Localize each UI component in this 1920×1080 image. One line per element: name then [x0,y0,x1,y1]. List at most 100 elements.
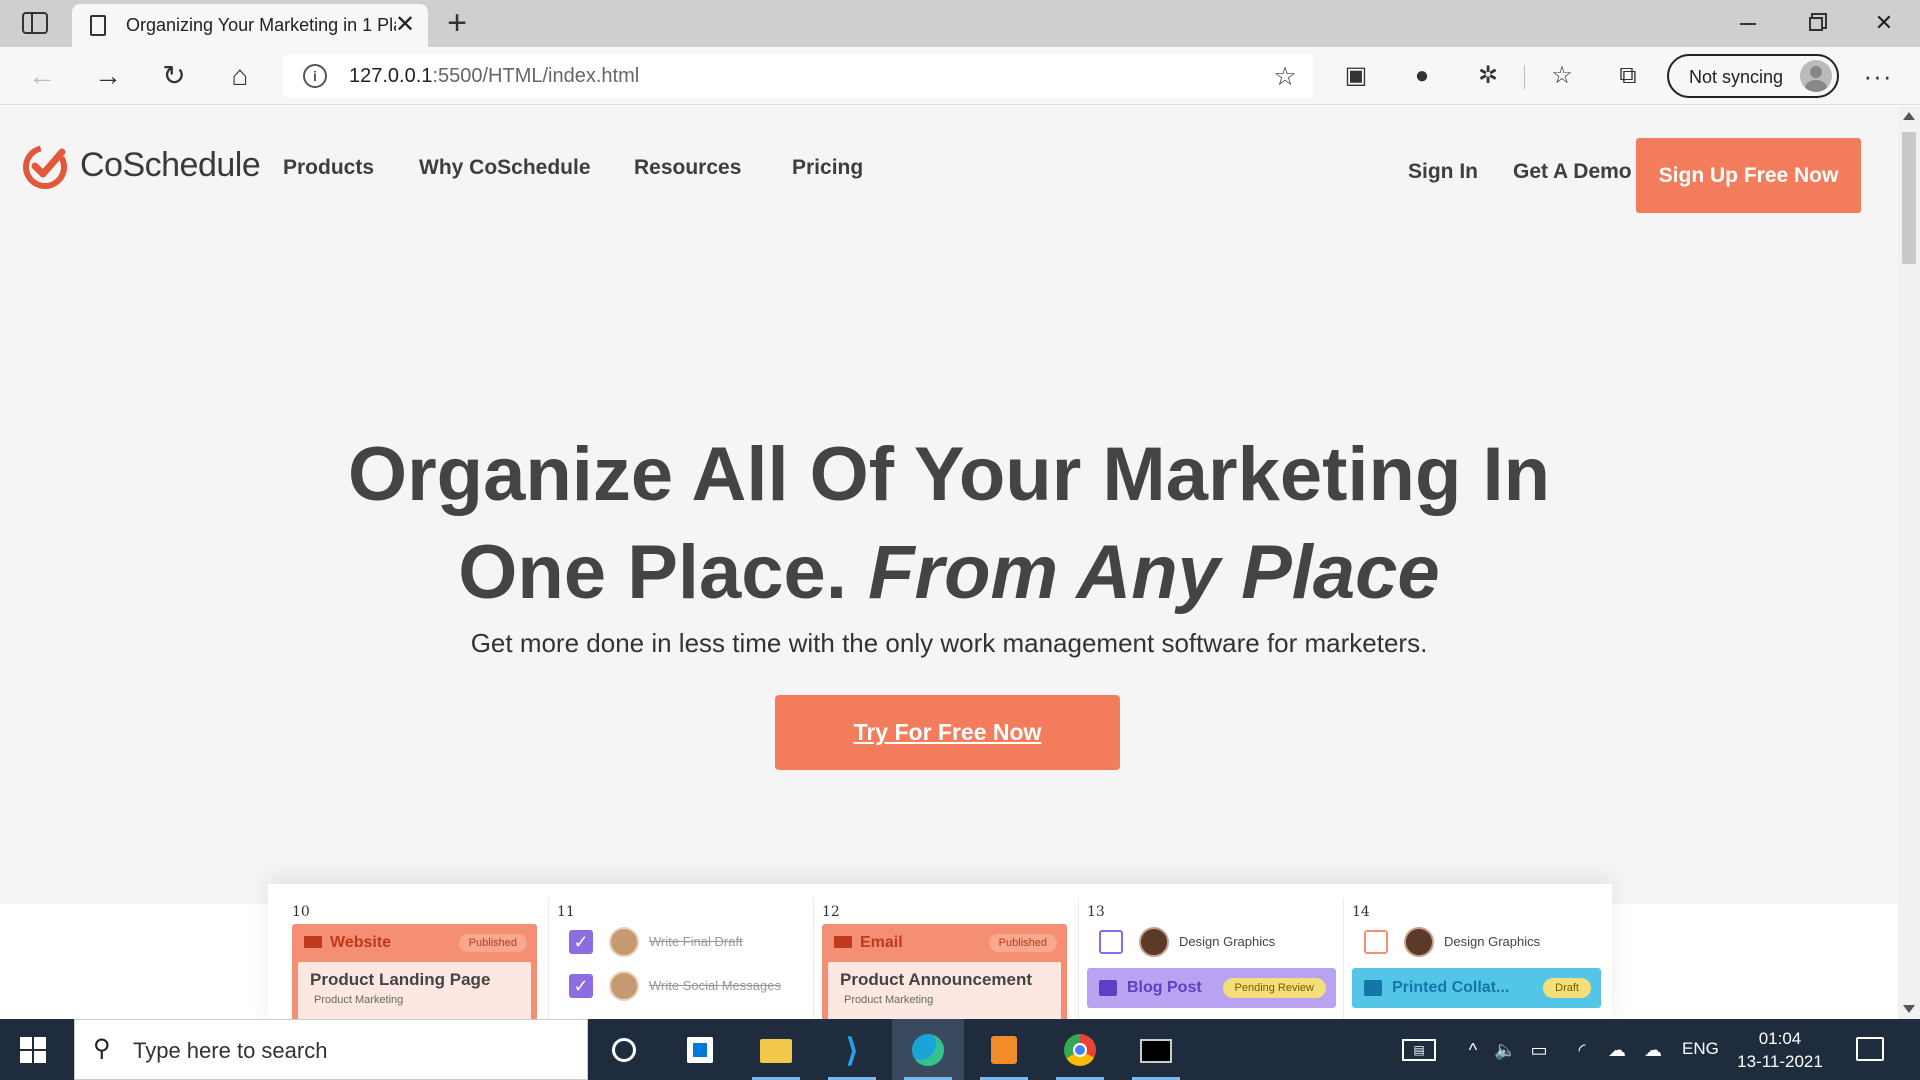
scroll-up-arrow-icon[interactable] [1903,112,1915,120]
vscode-icon[interactable]: ⟩ [816,1019,888,1080]
pill-title: Blog Post [1127,979,1202,996]
close-window-button[interactable]: ✕ [1862,8,1906,38]
nav-products[interactable]: Products [283,156,374,180]
content-pill: Printed Collat... Draft [1352,968,1601,1008]
status-badge: Draft [1543,978,1591,998]
calendar-day: 11 ✓ Write Final Draft ✓ Write Social Me… [549,898,814,1019]
card-type: Email [834,934,903,952]
sync-status: Not syncing [1689,67,1784,87]
card-type: Website [304,934,391,952]
card-body: Product Landing Page Product Marketing [298,962,531,1019]
content-card: Email Published Product Announcement Pro… [822,924,1067,1019]
nav-pricing[interactable]: Pricing [792,156,863,180]
news-widget-icon[interactable]: ▤ [1402,1039,1436,1061]
tab-actions-icon[interactable] [22,12,48,34]
get-demo-link[interactable]: Get A Demo [1513,160,1632,184]
page-scrollbar[interactable] [1898,106,1920,1019]
day-number: 14 [1352,904,1370,920]
language-indicator[interactable]: ENG [1682,1039,1719,1059]
task-text: Write Social Messages [649,978,781,993]
cortana-icon[interactable] [588,1019,660,1080]
windows-taskbar: ⚲ Type here to search ⟩ ▤ ^ 🔈 ▭ ◜ ☁ ☁ EN… [0,1019,1920,1080]
battery-icon[interactable]: ▭ [1526,1039,1552,1061]
coschedule-logo-icon[interactable] [22,144,68,190]
hero-title: Organize All Of Your Marketing In One Pl… [347,432,1551,615]
add-favorite-icon[interactable]: ☆ [1269,60,1301,92]
clock-time: 01:04 [1758,1029,1802,1048]
minimize-button[interactable] [1726,8,1770,38]
nav-why-coschedule[interactable]: Why CoSchedule [419,156,591,180]
checked-checkbox-icon: ✓ [569,930,593,954]
wifi-icon[interactable]: ◜ [1570,1039,1594,1061]
profile-avatar-icon [1800,60,1832,92]
rss-icon [1099,980,1117,996]
day-number: 11 [557,904,575,920]
sign-in-link[interactable]: Sign In [1408,160,1478,184]
clock[interactable]: 01:04 13-11-2021 [1736,1027,1824,1073]
address-bar[interactable]: i 127.0.0.1:5500/HTML/index.html ☆ [283,54,1313,98]
avatar [1139,927,1169,957]
printer-icon [1364,980,1382,996]
hero-subtitle: Get more done in less time with the only… [470,628,1428,658]
search-icon: ⚲ [93,1035,111,1062]
store-icon[interactable] [664,1019,736,1080]
forward-icon[interactable]: → [90,58,126,94]
extensions-puzzle-icon[interactable]: ✲ [1470,58,1506,94]
email-icon [834,936,852,948]
checked-checkbox-icon: ✓ [569,974,593,998]
notifications-icon[interactable] [1856,1037,1884,1061]
avatar [1404,927,1434,957]
checkbox-icon [1364,930,1388,954]
card-subtitle: Product Marketing [844,994,934,1006]
scroll-thumb[interactable] [1902,132,1916,264]
task-item: ✓ Write Final Draft [569,924,809,958]
scroll-down-arrow-icon[interactable] [1903,1005,1915,1013]
clock-date: 13-11-2021 [1737,1052,1823,1071]
terminal-icon[interactable] [1120,1019,1192,1080]
content-pill: Blog Post Pending Review [1087,968,1336,1008]
favorites-icon[interactable]: ☆ [1544,58,1580,94]
taskbar-search[interactable]: ⚲ Type here to search [74,1019,588,1080]
extension-circle-icon[interactable]: ● [1404,58,1440,94]
pill-title: Printed Collat... [1392,979,1510,996]
day-number: 13 [1087,904,1105,920]
tab-title: Organizing Your Marketing in 1 Place [126,15,396,35]
try-free-button[interactable]: Try For Free Now [775,695,1120,770]
onedrive-business-icon[interactable]: ☁ [1640,1039,1666,1061]
url-text[interactable]: 127.0.0.1:5500/HTML/index.html [349,65,639,88]
page-icon [90,15,106,36]
extension-icon[interactable]: ▣ [1338,58,1374,94]
collections-icon[interactable]: ⧉ [1610,58,1646,94]
file-explorer-icon[interactable] [740,1019,812,1080]
show-hidden-icons-icon[interactable]: ^ [1462,1039,1484,1061]
profile-sync-button[interactable]: Not syncing [1667,54,1839,98]
onedrive-icon[interactable]: ☁ [1604,1039,1630,1061]
avatar [609,927,639,957]
windows-start-icon[interactable] [20,1037,46,1063]
nav-resources[interactable]: Resources [634,156,741,180]
back-icon[interactable]: ← [24,58,60,94]
search-placeholder: Type here to search [133,1038,328,1063]
reload-icon[interactable]: ↻ [156,58,192,94]
calendar-preview: 10 Website Published Product Landing Pag… [268,884,1612,1019]
task-item: ✓ Write Social Messages [569,968,809,1002]
site-info-icon[interactable]: i [303,64,327,88]
checkbox-icon [1099,930,1123,954]
close-tab-icon[interactable]: ✕ [392,12,418,38]
volume-icon[interactable]: 🔈 [1494,1039,1516,1061]
new-tab-button[interactable]: + [442,6,472,40]
logo-wordmark[interactable]: CoSchedule [80,146,261,185]
calendar-day: 12 Email Published Product Announcement … [814,898,1079,1019]
restore-button[interactable] [1794,8,1838,38]
sign-up-button[interactable]: Sign Up Free Now [1636,138,1861,213]
card-subtitle: Product Marketing [314,994,404,1006]
home-icon[interactable]: ⌂ [222,58,258,94]
more-menu-icon[interactable]: ··· [1860,58,1896,94]
browser-tab[interactable]: Organizing Your Marketing in 1 Place ✕ [72,4,428,47]
edge-icon[interactable] [892,1019,964,1080]
avatar [609,971,639,1001]
media-player-icon[interactable] [968,1019,1040,1080]
chrome-icon[interactable] [1044,1019,1116,1080]
content-card: Website Published Product Landing Page P… [292,924,537,1019]
card-title: Product Announcement [840,970,1033,989]
